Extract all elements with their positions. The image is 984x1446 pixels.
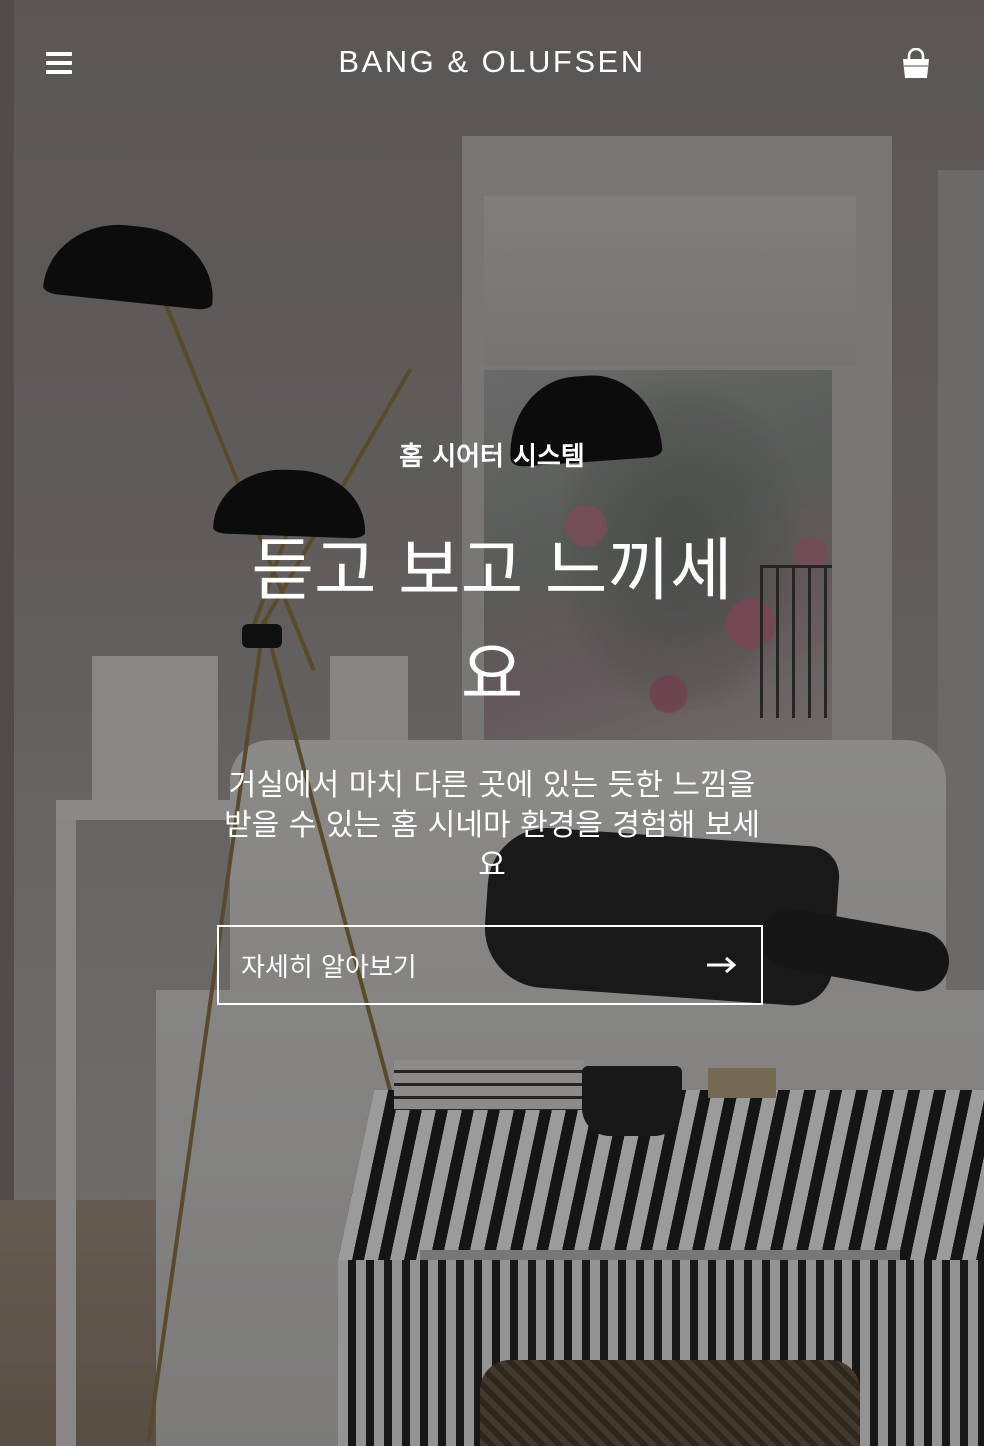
arrow-right-icon	[705, 955, 739, 975]
learn-more-button[interactable]: 자세히 알아보기	[217, 925, 763, 1005]
hero-headline: 듣고 보고 느끼세요	[251, 532, 733, 715]
learn-more-label: 자세히 알아보기	[241, 952, 417, 983]
hero-section: 홈 시어터 시스템 듣고 보고 느끼세요 거실에서 마치 다른 곳에 있는 듯한…	[0, 430, 984, 886]
hero-description: 거실에서 마치 다른 곳에 있는 듯한 느낌을 받을 수 있는 홈 시네마 환경…	[224, 768, 760, 883]
brand-logo: BANG & OLUFSEN	[0, 40, 984, 84]
hero-eyebrow: 홈 시어터 시스템	[399, 442, 585, 472]
shopping-bag-icon[interactable]	[900, 47, 932, 80]
site-header: BANG & OLUFSEN	[0, 0, 984, 126]
brand-logo-text[interactable]: BANG & OLUFSEN	[338, 44, 645, 79]
hamburger-menu-icon[interactable]	[46, 50, 72, 76]
